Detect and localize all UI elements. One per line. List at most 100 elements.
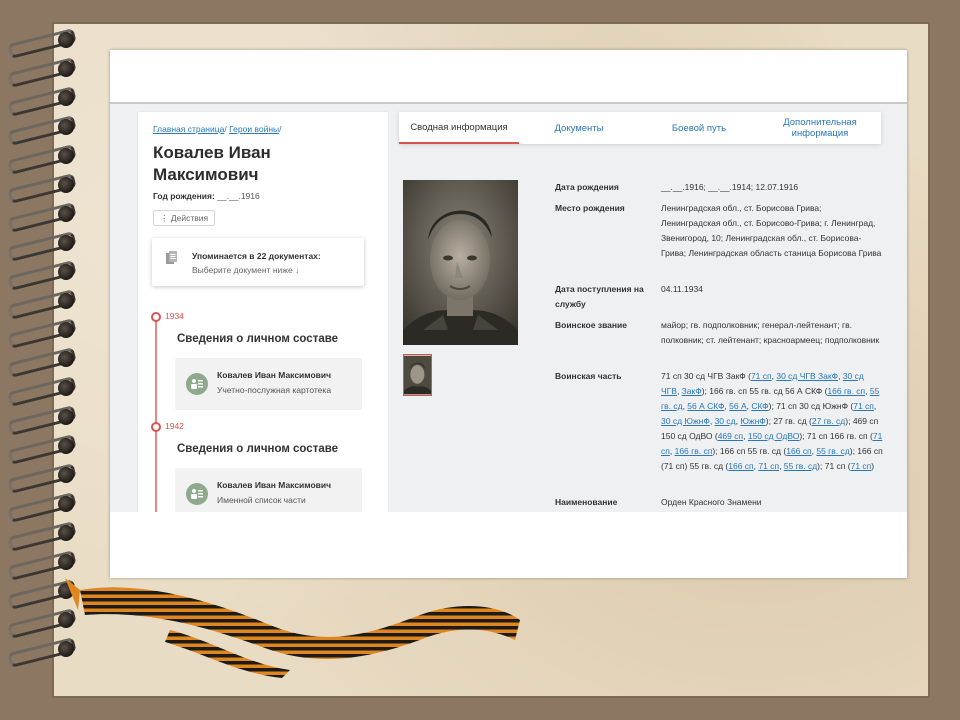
spiral-ring bbox=[7, 85, 78, 118]
spiral-ring bbox=[7, 433, 78, 466]
unit-link[interactable]: 71 сп bbox=[758, 461, 779, 471]
document-type: Учетно-послужная картотека bbox=[217, 385, 332, 395]
unit-link[interactable]: 166 гв. сп bbox=[675, 446, 713, 456]
unit-link[interactable]: ЗакФ bbox=[682, 386, 702, 396]
unit-text: ); 71 сп 166 гв. сп ( bbox=[799, 431, 873, 441]
breadcrumb-separator: / bbox=[279, 124, 282, 134]
spiral-ring bbox=[7, 27, 78, 60]
birth-year: Год рождения: __.__.1916 bbox=[153, 191, 260, 201]
portrait-photo bbox=[403, 180, 518, 345]
document-type: Именной список части bbox=[217, 495, 306, 505]
spiral-ring bbox=[7, 114, 78, 147]
unit-link[interactable]: 166 гв. сп bbox=[827, 386, 865, 396]
document-person-name: Ковалев Иван Максимович bbox=[217, 370, 332, 380]
timeline-year: 1934 bbox=[165, 311, 184, 321]
timeline-dot bbox=[151, 312, 161, 322]
tab-combat-path[interactable]: Боевой путь bbox=[639, 112, 759, 144]
info-value: __.__.1916; __.__.1914; 12.07.1916 bbox=[661, 182, 799, 192]
unit-text: ); 71 сп 30 сд ЮжнФ ( bbox=[768, 401, 854, 411]
breadcrumb: Главная страница/ Герои войны/ bbox=[153, 124, 282, 134]
birth-year-value: __.__.1916 bbox=[217, 191, 260, 201]
birth-year-label: Год рождения: bbox=[153, 191, 215, 201]
breadcrumb-heroes-link[interactable]: Герои войны bbox=[229, 124, 279, 134]
unit-text: ); 166 гв. сп 55 гв. сд 56 А СКФ ( bbox=[701, 386, 828, 396]
unit-text: ); 27 гв. сд ( bbox=[765, 416, 812, 426]
photo-thumbnail[interactable] bbox=[403, 354, 432, 396]
info-value: 04.11.1934 bbox=[661, 284, 703, 294]
person-name: Ковалев Иван Максимович bbox=[153, 143, 271, 184]
main-content: Главная страница/ Герои войны/ Ковалев И… bbox=[110, 104, 907, 512]
people-list-icon bbox=[186, 373, 208, 395]
spiral-ring bbox=[7, 259, 78, 292]
spiral-ring bbox=[7, 56, 78, 89]
unit-link[interactable]: 150 сд ОдВО bbox=[748, 431, 800, 441]
info-label: Место рождения bbox=[555, 203, 625, 213]
spiral-ring bbox=[7, 230, 78, 263]
unit-text: , bbox=[873, 401, 877, 411]
spiral-ring bbox=[7, 143, 78, 176]
person-card: Главная страница/ Герои войны/ Ковалев И… bbox=[138, 112, 388, 512]
timeline-heading: Сведения о личном составе bbox=[177, 443, 339, 455]
tab-summary[interactable]: Сводная информация bbox=[399, 112, 519, 144]
documents-icon bbox=[166, 251, 177, 264]
info-value: Орден Красного Знамени bbox=[661, 497, 762, 507]
tab-additional-info[interactable]: Дополнительная информация bbox=[759, 112, 881, 144]
timeline-year: 1942 bbox=[165, 421, 184, 431]
unit-link[interactable]: 166 сп bbox=[786, 446, 811, 456]
timeline-line bbox=[155, 317, 157, 512]
unit-link[interactable]: СКФ bbox=[751, 401, 768, 411]
tab-bar: Сводная информация Документы Боевой путь… bbox=[399, 112, 881, 144]
info-label: Воинская часть bbox=[555, 371, 622, 381]
timeline-dot bbox=[151, 422, 161, 432]
unit-link[interactable]: 166 сп bbox=[728, 461, 753, 471]
timeline-document-card[interactable]: Ковалев Иван Максимович Учетно-послужная… bbox=[175, 358, 362, 410]
unit-text: ); 166 сп 55 гв. сд ( bbox=[712, 446, 787, 456]
info-value: Ленинградская обл., ст. Борисова Грива; … bbox=[661, 203, 882, 258]
document-person-name: Ковалев Иван Максимович bbox=[217, 480, 332, 490]
unit-link[interactable]: 71 сп bbox=[751, 371, 772, 381]
people-list-icon bbox=[186, 483, 208, 505]
spiral-ring bbox=[7, 375, 78, 408]
website-screenshot: Главная страница/ Герои войны/ Ковалев И… bbox=[110, 50, 907, 578]
info-label: Дата рождения bbox=[555, 182, 619, 192]
spiral-ring bbox=[7, 288, 78, 321]
breadcrumb-home-link[interactable]: Главная страница bbox=[153, 124, 224, 134]
mentions-title: Упоминается в 22 документах: bbox=[192, 251, 321, 261]
spiral-ring bbox=[7, 317, 78, 350]
portrait-thumbnail-icon bbox=[404, 355, 431, 395]
st-george-ribbon-icon bbox=[65, 578, 520, 678]
unit-link[interactable]: ЮжнФ bbox=[740, 416, 765, 426]
site-header bbox=[110, 50, 907, 104]
spiral-ring bbox=[7, 462, 78, 495]
unit-link[interactable]: 55 гв. сд bbox=[784, 461, 817, 471]
unit-text: ); 71 сп ( bbox=[817, 461, 851, 471]
info-label: Воинское звание bbox=[555, 320, 627, 330]
spiral-ring bbox=[7, 404, 78, 437]
tab-documents[interactable]: Документы bbox=[519, 112, 639, 144]
breadcrumb-separator: / bbox=[224, 124, 227, 134]
unit-link[interactable]: 27 гв. сд bbox=[812, 416, 845, 426]
info-label: Наименование bbox=[555, 497, 618, 507]
unit-link[interactable]: 55 гв. сд bbox=[816, 446, 849, 456]
spiral-ring bbox=[7, 491, 78, 524]
unit-link[interactable]: 469 сп bbox=[718, 431, 743, 441]
timeline-document-card[interactable]: Ковалев Иван Максимович Именной список ч… bbox=[175, 468, 362, 512]
unit-link[interactable]: 71 сп bbox=[853, 401, 874, 411]
unit-text: ) bbox=[871, 461, 875, 471]
unit-link[interactable]: 56 А bbox=[729, 401, 747, 411]
unit-link[interactable]: 30 сд bbox=[715, 416, 736, 426]
unit-link[interactable]: 56 А СКФ bbox=[687, 401, 724, 411]
info-value: майор; гв. подполковник; генерал-лейтена… bbox=[661, 320, 880, 345]
bottom-area bbox=[110, 512, 907, 578]
unit-link[interactable]: 71 сп bbox=[851, 461, 872, 471]
spiral-ring bbox=[7, 201, 78, 234]
mentions-subtitle: Выберите документ ниже ↓ bbox=[192, 265, 300, 275]
mentions-box: Упоминается в 22 документах: Выберите до… bbox=[152, 238, 364, 286]
unit-link[interactable]: 30 сд ЮжнФ bbox=[661, 416, 710, 426]
spiral-ring bbox=[7, 520, 78, 553]
unit-link[interactable]: 30 сд ЧГВ ЗакФ bbox=[776, 371, 838, 381]
info-label: Дата поступления на службу bbox=[555, 284, 644, 309]
actions-button[interactable]: ⋮ Действия bbox=[153, 210, 216, 226]
spiral-ring bbox=[7, 346, 78, 379]
spiral-ring bbox=[7, 172, 78, 205]
